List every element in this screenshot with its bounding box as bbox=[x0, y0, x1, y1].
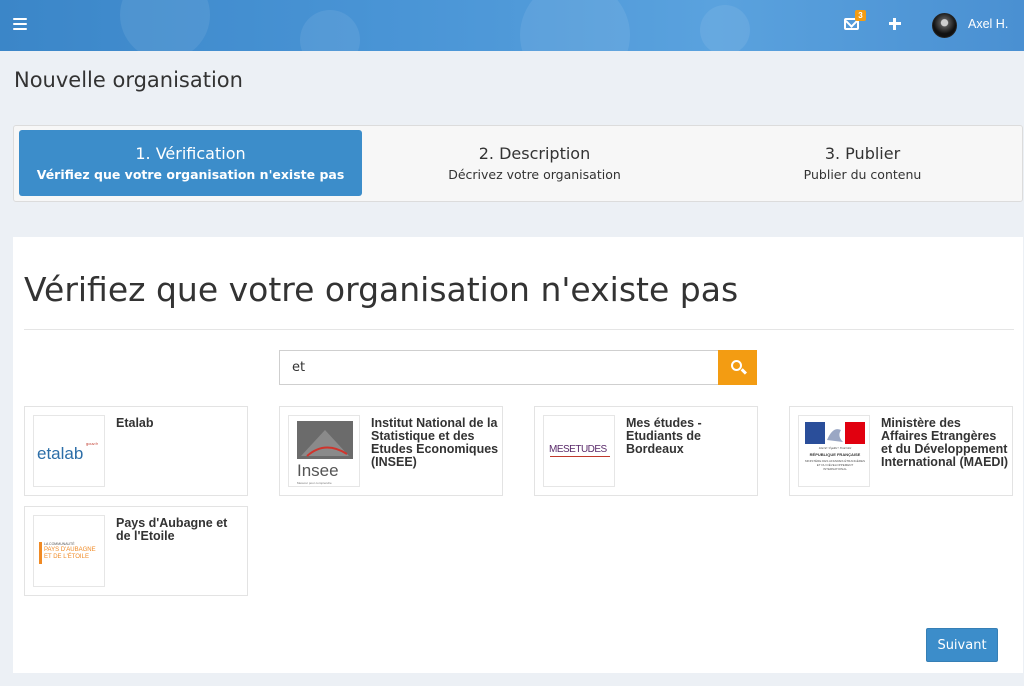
organization-logo: Liberté • Égalité • Fraternité RÉPUBLIQU… bbox=[798, 415, 870, 487]
notification-badge: 3 bbox=[855, 10, 866, 21]
wizard-stepper: 1. Vérification Vérifiez que votre organ… bbox=[13, 125, 1023, 202]
organization-logo: etalab gouv.fr bbox=[33, 415, 105, 487]
organization-logo: Insee Mesurer pour comprendre bbox=[288, 415, 360, 487]
avatar[interactable] bbox=[932, 13, 957, 38]
verification-panel: Vérifiez que votre organisation n'existe… bbox=[13, 237, 1023, 673]
step-verification[interactable]: 1. Vérification Vérifiez que votre organ… bbox=[19, 130, 362, 196]
step-label: 3. Publier bbox=[824, 144, 901, 163]
organization-card-etalab[interactable]: etalab gouv.fr Etalab bbox=[24, 406, 248, 496]
top-navbar: 3 Axel H. bbox=[0, 0, 1024, 51]
step-publier[interactable]: 3. Publier Publier du contenu bbox=[691, 130, 1024, 196]
organization-card-maedi[interactable]: Liberté • Égalité • Fraternité RÉPUBLIQU… bbox=[789, 406, 1013, 496]
search-input[interactable] bbox=[279, 350, 719, 385]
organization-name: Pays d'Aubagne et de l'Etoile bbox=[116, 516, 228, 543]
organization-card-pays-aubagne[interactable]: LA COMMUNAUTÉ PAYS D'AUBAGNE ET DE L'ÉTO… bbox=[24, 506, 248, 596]
page-title: Nouvelle organisation bbox=[14, 68, 243, 92]
search-button[interactable] bbox=[718, 350, 757, 385]
organization-name: Ministère des Affaires Etrangères et du … bbox=[881, 416, 1009, 469]
step-subtitle: Vérifiez que votre organisation n'existe… bbox=[36, 167, 345, 182]
user-name[interactable]: Axel H. bbox=[968, 17, 1008, 31]
panel-heading: Vérifiez que votre organisation n'existe… bbox=[24, 270, 739, 309]
menu-toggle-icon[interactable] bbox=[13, 18, 27, 31]
step-label: 2. Description bbox=[478, 144, 591, 163]
organization-name: Mes études - Etudiants de Bordeaux bbox=[626, 416, 702, 456]
step-label: 1. Vérification bbox=[135, 144, 246, 163]
step-subtitle: Décrivez votre organisation bbox=[448, 167, 621, 182]
marianne-flag-icon bbox=[805, 422, 865, 444]
divider bbox=[24, 329, 1014, 330]
organization-logo: MESETUDES bbox=[543, 415, 615, 487]
organization-card-mes-etudes[interactable]: MESETUDES Mes études - Etudiants de Bord… bbox=[534, 406, 758, 496]
organization-name: Institut National de la Statistique et d… bbox=[371, 416, 499, 469]
organization-name: Etalab bbox=[116, 416, 154, 430]
next-button[interactable]: Suivant bbox=[926, 628, 998, 662]
organization-logo: LA COMMUNAUTÉ PAYS D'AUBAGNE ET DE L'ÉTO… bbox=[33, 515, 105, 587]
organization-card-insee[interactable]: Insee Mesurer pour comprendre Institut N… bbox=[279, 406, 503, 496]
step-description[interactable]: 2. Description Décrivez votre organisati… bbox=[363, 130, 706, 196]
step-subtitle: Publier du contenu bbox=[803, 167, 922, 182]
add-icon[interactable] bbox=[888, 17, 902, 31]
